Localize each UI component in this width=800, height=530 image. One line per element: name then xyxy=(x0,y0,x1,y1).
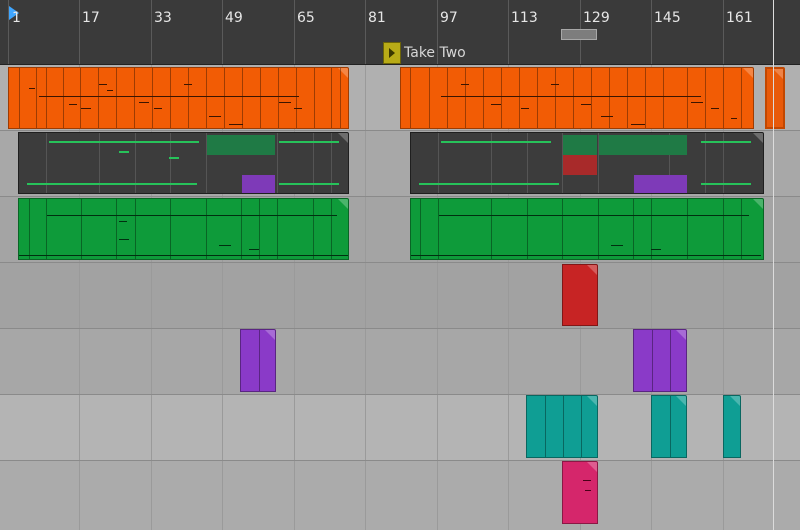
bar-label: 65 xyxy=(297,10,315,26)
bar-label: 17 xyxy=(82,10,100,26)
loop-region-handle[interactable] xyxy=(561,29,597,40)
cue-marker-label[interactable]: Take Two xyxy=(404,45,466,61)
sub-clip xyxy=(207,135,275,155)
midi-clip[interactable] xyxy=(240,329,276,392)
bar-tick xyxy=(365,0,366,64)
midi-clip[interactable] xyxy=(18,198,349,260)
sub-clip xyxy=(242,175,275,193)
midi-clip[interactable] xyxy=(651,395,687,458)
midi-clip[interactable] xyxy=(400,67,754,129)
bar-label: 129 xyxy=(583,10,610,26)
bar-label: 113 xyxy=(511,10,538,26)
bar-tick xyxy=(8,0,9,64)
midi-clip[interactable] xyxy=(562,461,598,524)
bar-tick xyxy=(294,0,295,64)
bar-label: 161 xyxy=(726,10,753,26)
midi-clip[interactable] xyxy=(562,264,598,326)
bar-label: 49 xyxy=(225,10,243,26)
midi-clip[interactable] xyxy=(8,67,349,129)
bar-tick xyxy=(151,0,152,64)
lane-divider xyxy=(0,460,800,461)
bar-label: 97 xyxy=(440,10,458,26)
arrangement-end-line xyxy=(773,0,774,530)
track-lane-4[interactable] xyxy=(0,262,800,328)
midi-clip[interactable] xyxy=(723,395,741,458)
timeline-ruler[interactable]: 1 17 33 49 65 81 97 113 129 145 161 Take… xyxy=(0,0,800,65)
drum-clip[interactable] xyxy=(410,132,764,194)
midi-clip-selected[interactable] xyxy=(765,67,785,129)
sub-clip xyxy=(599,135,687,155)
midi-clip[interactable] xyxy=(633,329,687,392)
bar-tick xyxy=(723,0,724,64)
bar-label: 145 xyxy=(654,10,681,26)
lane-divider xyxy=(0,130,800,131)
bar-tick xyxy=(222,0,223,64)
midi-clip[interactable] xyxy=(526,395,598,458)
bar-label: 81 xyxy=(368,10,386,26)
bar-label: 33 xyxy=(154,10,172,26)
sub-clip xyxy=(563,155,597,175)
midi-clip[interactable] xyxy=(410,198,764,260)
lane-divider xyxy=(0,196,800,197)
bar-tick xyxy=(508,0,509,64)
bar-label: 1 xyxy=(12,10,21,26)
drum-clip[interactable] xyxy=(18,132,349,194)
track-lane-7[interactable] xyxy=(0,460,800,530)
lane-divider xyxy=(0,262,800,263)
bar-tick xyxy=(651,0,652,64)
sub-clip xyxy=(563,135,597,155)
cue-marker-icon[interactable] xyxy=(383,42,401,64)
bar-tick xyxy=(79,0,80,64)
sub-clip xyxy=(634,175,687,193)
